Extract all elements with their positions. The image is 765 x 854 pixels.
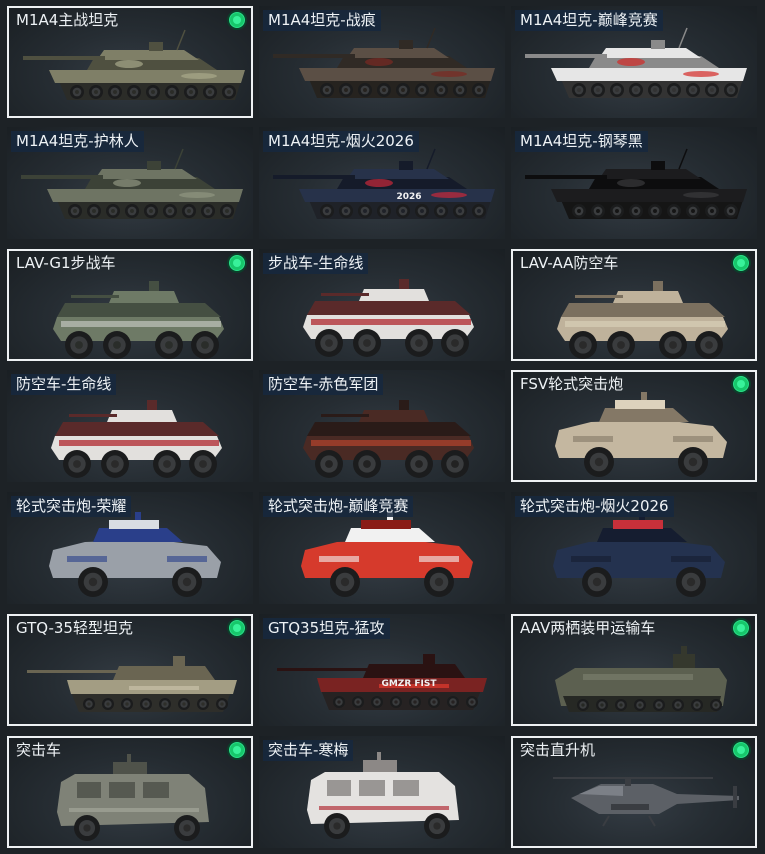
owned-indicator-icon (731, 374, 751, 394)
owned-indicator-icon (731, 740, 751, 760)
vehicle-name: AAV两栖装甲运输车 (520, 619, 656, 637)
vehicle-name: 轮式突击炮-荣耀 (11, 496, 132, 517)
vehicle-card[interactable]: LAV-G1步战车 (7, 249, 253, 361)
vehicle-name: FSV轮式突击炮 (520, 375, 624, 393)
vehicle-card[interactable]: GTQ-35轻型坦克 (7, 614, 253, 726)
vehicle-card[interactable]: M1A4坦克-巅峰竞赛 (511, 6, 757, 118)
vehicle-name: M1A4坦克-烟火2026 (263, 131, 419, 152)
vehicle-name: 突击直升机 (520, 741, 596, 759)
vehicle-card[interactable]: M1A4主战坦克 (7, 6, 253, 118)
vehicle-card[interactable]: FSV轮式突击炮 (511, 370, 757, 482)
owned-indicator-icon (227, 618, 247, 638)
vehicle-name: 突击车 (16, 741, 62, 759)
vehicle-card[interactable]: M1A4坦克-战痕 (259, 6, 505, 118)
vehicle-card[interactable]: 轮式突击炮-荣耀 (7, 492, 253, 604)
vehicle-name: LAV-G1步战车 (16, 254, 116, 272)
vehicle-name: GTQ35坦克-猛攻 (263, 618, 390, 639)
vehicle-decal-text: 2026 (396, 192, 421, 202)
vehicle-card[interactable]: M1A4坦克-烟火2026 2026 (259, 127, 505, 239)
vehicle-name: M1A4坦克-护林人 (11, 131, 144, 152)
vehicle-card[interactable]: M1A4坦克-钢琴黑 (511, 127, 757, 239)
vehicle-name: 步战车-生命线 (263, 253, 369, 274)
vehicle-name: 突击车-寒梅 (263, 740, 354, 761)
vehicle-card[interactable]: 防空车-赤色军团 (259, 370, 505, 482)
vehicle-name: M1A4坦克-巅峰竞赛 (515, 10, 663, 31)
vehicle-card[interactable]: 轮式突击炮-烟火2026 (511, 492, 757, 604)
vehicle-name: 防空车-赤色军团 (263, 374, 384, 395)
vehicle-card[interactable]: M1A4坦克-护林人 (7, 127, 253, 239)
vehicle-card[interactable]: 轮式突击炮-巅峰竞赛 (259, 492, 505, 604)
owned-indicator-icon (731, 253, 751, 273)
vehicle-name: M1A4坦克-钢琴黑 (515, 131, 648, 152)
vehicle-card[interactable]: 突击车 (7, 736, 253, 848)
vehicle-name: LAV-AA防空车 (520, 254, 619, 272)
vehicle-name: M1A4主战坦克 (16, 11, 119, 29)
vehicle-card[interactable]: 突击直升机 (511, 736, 757, 848)
vehicle-card[interactable]: 防空车-生命线 (7, 370, 253, 482)
vehicle-card[interactable]: 突击车-寒梅 (259, 736, 505, 848)
vehicle-skin-grid: M1A4主战坦克 M1A4坦克-战痕 M1A4坦克-巅峰竞赛 M1A4坦克-护林人 M1… (0, 0, 765, 854)
vehicle-name: GTQ-35轻型坦克 (16, 619, 133, 637)
vehicle-card[interactable]: AAV两栖装甲运输车 (511, 614, 757, 726)
vehicle-name: M1A4坦克-战痕 (263, 10, 381, 31)
vehicle-card[interactable]: 步战车-生命线 (259, 249, 505, 361)
vehicle-name: 轮式突击炮-烟火2026 (515, 496, 674, 517)
owned-indicator-icon (731, 618, 751, 638)
owned-indicator-icon (227, 740, 247, 760)
vehicle-name: 防空车-生命线 (11, 374, 117, 395)
vehicle-name: 轮式突击炮-巅峰竞赛 (263, 496, 414, 517)
owned-indicator-icon (227, 10, 247, 30)
vehicle-card[interactable]: GTQ35坦克-猛攻 GMZR FIST (259, 614, 505, 726)
vehicle-card[interactable]: LAV-AA防空车 (511, 249, 757, 361)
owned-indicator-icon (227, 253, 247, 273)
vehicle-decal-text: GMZR FIST (381, 679, 437, 689)
